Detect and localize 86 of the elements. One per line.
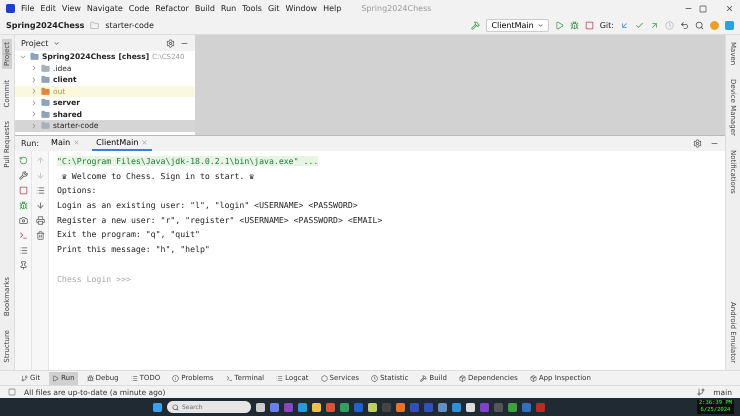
- chevron-right-icon[interactable]: [30, 110, 38, 118]
- console-prompt: Chess Login >>>: [57, 272, 132, 286]
- tool-icon: [320, 374, 328, 382]
- menu-item[interactable]: Build: [194, 4, 215, 13]
- wrap-icon[interactable]: [36, 186, 44, 195]
- hammer-icon[interactable]: [471, 21, 480, 30]
- wrench-icon[interactable]: [18, 171, 28, 180]
- menu-item[interactable]: Git: [268, 4, 280, 13]
- chevron-right-icon[interactable]: [30, 87, 38, 96]
- run-icon[interactable]: [554, 21, 564, 30]
- print-icon[interactable]: [36, 216, 44, 225]
- tool-icon: [276, 374, 284, 382]
- menu-item[interactable]: File: [21, 4, 34, 13]
- bug-icon[interactable]: [18, 201, 28, 210]
- close-icon: [141, 139, 148, 146]
- run-configuration-dropdown[interactable]: ClientMain: [486, 19, 549, 32]
- tool-icon: [371, 374, 378, 382]
- folder-icon: [41, 98, 50, 108]
- close-icon[interactable]: [725, 4, 734, 13]
- chevron-right-icon[interactable]: [30, 76, 38, 84]
- menu-item[interactable]: Tools: [242, 4, 262, 13]
- tool-icon: [21, 374, 28, 382]
- search-icon: [172, 404, 179, 410]
- maximize-icon[interactable]: [699, 4, 707, 12]
- menu-item[interactable]: View: [62, 4, 81, 13]
- camera-icon[interactable]: [18, 216, 28, 225]
- menu-item[interactable]: Refactor: [155, 4, 189, 13]
- console-line: Login as an existing user: "l", "login" <USERNAME> <PASSWORD>: [57, 199, 359, 212]
- menu-item[interactable]: Run: [220, 4, 236, 13]
- menu-item[interactable]: Edit: [40, 4, 56, 13]
- tool-icon: [130, 374, 138, 382]
- stop-icon[interactable]: [584, 21, 594, 30]
- close-icon: [73, 139, 80, 146]
- arrow-up-right-icon[interactable]: [650, 21, 659, 30]
- chevron-right-icon[interactable]: [30, 64, 38, 72]
- console-line: Print this message: "h", "help": [57, 243, 211, 256]
- run-label: Run:: [21, 139, 40, 148]
- breadcrumb[interactable]: starter-code: [105, 21, 154, 30]
- chevron-right-icon[interactable]: [30, 98, 38, 107]
- menu-item[interactable]: Window: [286, 4, 318, 13]
- tool-icon: [172, 374, 180, 382]
- console-line: Options:: [57, 184, 98, 198]
- tool-icon: [86, 374, 94, 382]
- layout-icon[interactable]: [18, 246, 28, 255]
- check-icon[interactable]: [635, 21, 644, 30]
- chevron-right-icon[interactable]: [30, 122, 38, 130]
- menu-item[interactable]: Code: [128, 4, 150, 13]
- exit-icon[interactable]: [18, 231, 28, 240]
- tool-icon: [459, 374, 466, 382]
- console-line: Register a new user: "r", "register" <USERNAME> <PASSWORD> <EMAIL>: [57, 214, 384, 227]
- tool-icon: [226, 374, 233, 382]
- caret-icon: [53, 40, 60, 46]
- tool-icon: [530, 374, 537, 382]
- folder-icon: [41, 110, 50, 119]
- git-label: Git:: [600, 21, 614, 30]
- menu-item[interactable]: Navigate: [86, 4, 123, 13]
- folder-icon: [41, 75, 50, 84]
- settings-icon[interactable]: [166, 38, 175, 48]
- scroll-end-icon[interactable]: [36, 201, 44, 210]
- menu-item[interactable]: Help: [323, 4, 342, 13]
- settings-icon[interactable]: [693, 139, 702, 148]
- undo-icon[interactable]: [680, 21, 689, 30]
- caret-icon: [536, 22, 544, 29]
- pin-icon[interactable]: [18, 261, 28, 270]
- stop-icon[interactable]: [18, 186, 28, 195]
- arrow-down-left-icon[interactable]: [620, 21, 629, 30]
- run-tab[interactable]: Main: [47, 136, 84, 151]
- tool-icon: [52, 374, 60, 382]
- run-tab[interactable]: ClientMain: [92, 136, 152, 151]
- branch-icon: [697, 388, 706, 396]
- folder-icon: [41, 86, 50, 96]
- folder-icon: [41, 121, 50, 130]
- console-line: Exit the program: "q", "quit": [57, 228, 201, 242]
- folder-icon: [90, 21, 100, 30]
- folder-icon: [41, 64, 50, 73]
- window-title: Spring2024Chess: [361, 4, 432, 13]
- folder-icon: [30, 52, 39, 62]
- rerun-icon[interactable]: [18, 156, 28, 165]
- search-icon[interactable]: [695, 21, 704, 30]
- trash-icon[interactable]: [36, 231, 44, 240]
- debug-icon[interactable]: [570, 21, 579, 30]
- tool-icon: [420, 374, 428, 382]
- project-panel-title[interactable]: Project: [21, 38, 48, 48]
- status-icon: [8, 388, 16, 396]
- breadcrumb[interactable]: Spring2024Chess: [6, 21, 84, 30]
- console-line: ♛ Welcome to Chess. Sign in to start. ♛: [60, 170, 256, 183]
